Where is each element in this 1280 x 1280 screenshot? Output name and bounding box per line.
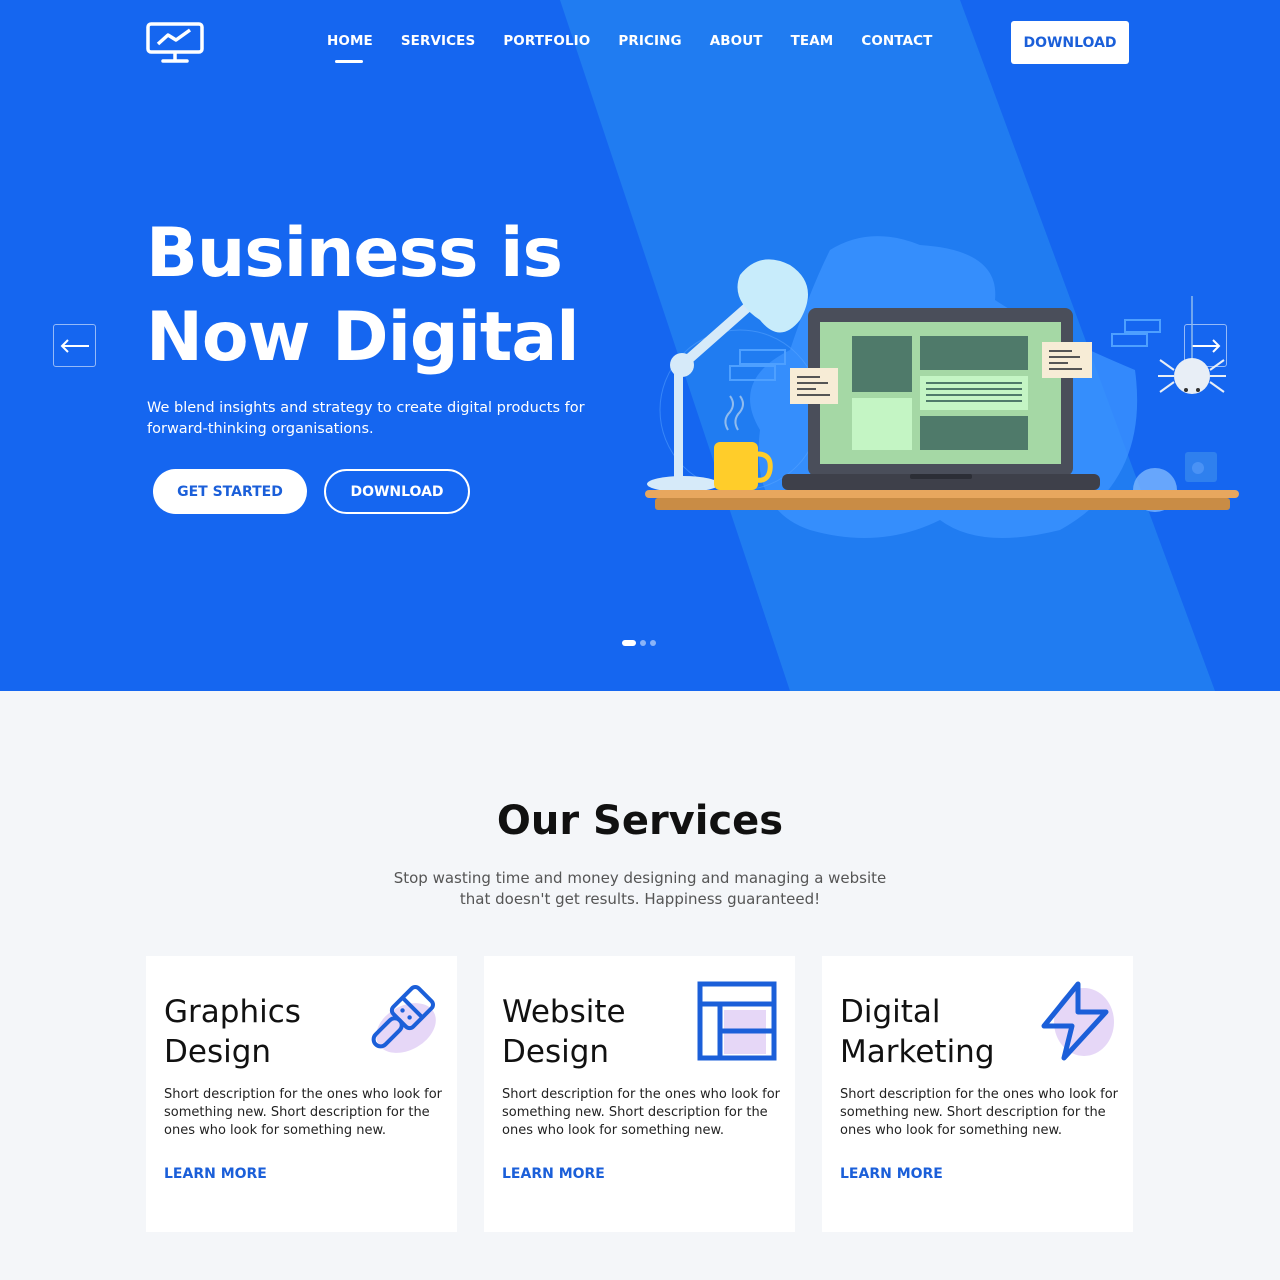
nav-item-home[interactable]: HOME: [327, 33, 373, 63]
top-navbar: HOME SERVICES PORTFOLIO PRICING ABOUT TE…: [0, 0, 1280, 84]
hero-download-button[interactable]: DOWNLOAD: [324, 469, 470, 514]
service-card-graphics: Graphics Design Short description for th…: [146, 956, 457, 1232]
nav-item-portfolio[interactable]: PORTFOLIO: [503, 33, 590, 49]
lightning-icon: [1041, 981, 1114, 1061]
nav-item-team[interactable]: TEAM: [791, 33, 834, 49]
paint-brush-icon: [371, 985, 436, 1053]
nav-item-about[interactable]: ABOUT: [710, 33, 763, 49]
service-card-marketing: Digital Marketing Short description for …: [822, 956, 1133, 1232]
hero-title-line-2: Now Digital: [146, 298, 580, 377]
slider-dot-3[interactable]: [650, 640, 656, 646]
slider-dot-2[interactable]: [640, 640, 646, 646]
monitor-chart-icon[interactable]: [146, 22, 204, 64]
hero-title-line-1: Business is: [146, 214, 563, 293]
card-description: Short description for the ones who look …: [164, 1087, 443, 1138]
arrow-left-icon: [60, 338, 89, 353]
card-title: Graphics Design: [164, 994, 301, 1070]
learn-more-link[interactable]: LEARN MORE: [840, 1166, 943, 1182]
card-title: Digital Marketing: [840, 994, 995, 1070]
nav-item-contact[interactable]: CONTACT: [861, 33, 932, 49]
slider-prev-button[interactable]: [53, 324, 96, 367]
learn-more-link[interactable]: LEARN MORE: [502, 1166, 605, 1182]
hero-title: Business is Now Digital: [146, 212, 666, 380]
nav-item-services[interactable]: SERVICES: [401, 33, 475, 49]
card-title: Website Design: [502, 994, 626, 1070]
services-title: Our Services: [496, 798, 784, 844]
hero-subtitle: We blend insights and strategy to create…: [147, 400, 585, 437]
services-subtitle: Stop wasting time and money designing an…: [393, 869, 887, 908]
workspace-illustration: [645, 236, 1239, 538]
card-description: Short description for the ones who look …: [502, 1087, 781, 1138]
main-nav: HOME SERVICES PORTFOLIO PRICING ABOUT TE…: [327, 33, 932, 63]
slider-dot-1[interactable]: [622, 640, 636, 646]
learn-more-link[interactable]: LEARN MORE: [164, 1166, 267, 1182]
hero-section: HOME SERVICES PORTFOLIO PRICING ABOUT TE…: [0, 0, 1280, 691]
get-started-button[interactable]: GET STARTED: [153, 469, 307, 514]
header-download-button[interactable]: DOWNLOAD: [1011, 21, 1129, 64]
slider-dots: [622, 640, 656, 646]
nav-item-pricing[interactable]: PRICING: [618, 33, 681, 49]
card-description: Short description for the ones who look …: [840, 1087, 1119, 1138]
service-card-website: Website Design Short description for the…: [484, 956, 795, 1232]
layout-icon: [697, 981, 777, 1061]
